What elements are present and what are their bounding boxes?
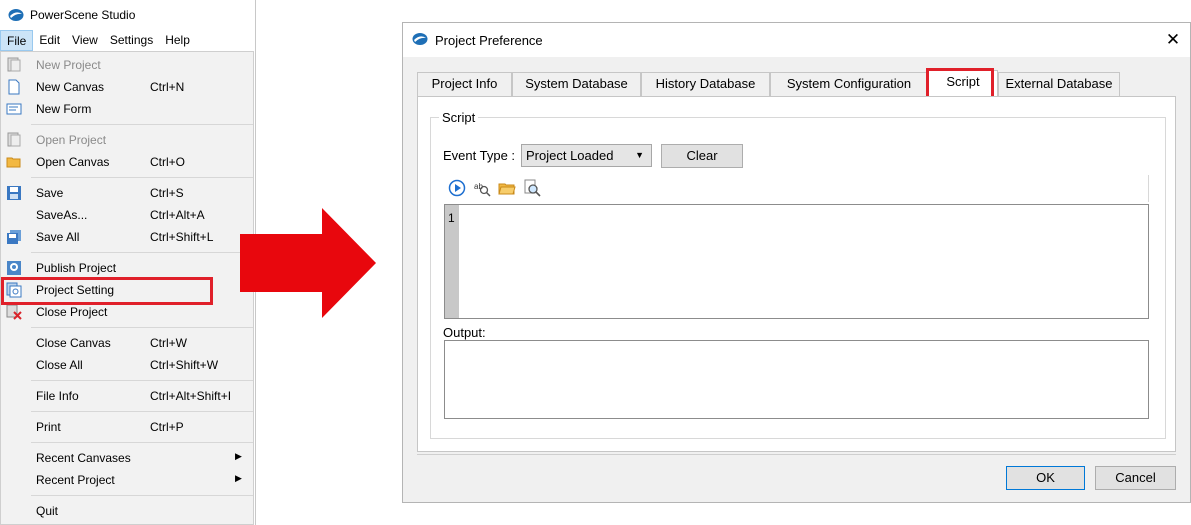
menu-item-new-canvas[interactable]: New Canvas Ctrl+N: [1, 76, 253, 98]
app-window: PowerScene Studio File Edit View Setting…: [0, 0, 256, 525]
submenu-arrow-icon: ▶: [235, 473, 242, 483]
event-type-select[interactable]: Project Loaded ▼: [521, 144, 652, 167]
menu-separator: [31, 177, 253, 178]
menu-separator: [31, 411, 253, 412]
dialog-titlebar: Project Preference ✕: [403, 23, 1190, 57]
tab-system-configuration[interactable]: System Configuration: [770, 72, 928, 96]
menu-item-publish-project[interactable]: Publish Project: [1, 257, 253, 279]
tab-history-database[interactable]: History Database: [641, 72, 770, 96]
menu-item-close-all[interactable]: Close All Ctrl+Shift+W: [1, 354, 253, 376]
script-toolbar: ab: [444, 175, 1149, 202]
red-arrow-icon: [240, 208, 376, 318]
menu-item-new-form[interactable]: New Form: [1, 98, 253, 120]
script-group-title: Script: [439, 110, 479, 125]
menu-item-file-info[interactable]: File Info Ctrl+Alt+Shift+I: [1, 385, 253, 407]
folder-icon: [6, 157, 21, 168]
line-number-gutter: 1: [445, 205, 459, 318]
menu-item-recent-canvases[interactable]: Recent Canvases ▶: [1, 447, 253, 469]
close-icon[interactable]: ✕: [1161, 29, 1185, 51]
search-icon[interactable]: [523, 179, 541, 197]
new-canvas-icon: [8, 79, 20, 95]
menu-help[interactable]: Help: [159, 30, 196, 51]
ok-button[interactable]: OK: [1006, 466, 1085, 490]
save-icon: [7, 186, 21, 200]
publish-icon: [7, 261, 21, 275]
menu-item-new-project[interactable]: New Project: [1, 54, 253, 76]
app-titlebar: PowerScene Studio: [0, 0, 256, 30]
tab-project-info[interactable]: Project Info: [417, 72, 512, 96]
event-type-label: Event Type :: [443, 148, 516, 163]
project-preference-dialog: Project Preference ✕ Project Info System…: [402, 22, 1191, 503]
clear-button[interactable]: Clear: [661, 144, 743, 168]
close-project-icon: [6, 304, 22, 320]
menu-item-open-canvas[interactable]: Open Canvas Ctrl+O: [1, 151, 253, 173]
cancel-button[interactable]: Cancel: [1095, 466, 1176, 490]
highlight-box-project-setting: [1, 277, 213, 305]
app-logo-icon: [412, 33, 428, 45]
dialog-title: Project Preference: [435, 33, 543, 48]
menu-item-recent-project[interactable]: Recent Project ▶: [1, 469, 253, 491]
run-icon[interactable]: [448, 179, 466, 197]
menu-separator: [31, 495, 253, 496]
chevron-down-icon: ▼: [635, 150, 644, 160]
app-logo-icon: [8, 9, 24, 21]
script-editor[interactable]: 1: [444, 204, 1149, 319]
menu-separator: [31, 252, 253, 253]
menu-edit[interactable]: Edit: [33, 30, 66, 51]
menu-item-print[interactable]: Print Ctrl+P: [1, 416, 253, 438]
menu-separator: [31, 442, 253, 443]
tab-external-database[interactable]: External Database: [998, 72, 1120, 96]
menu-item-open-project[interactable]: Open Project: [1, 129, 253, 151]
footer-divider: [417, 454, 1176, 455]
output-label: Output:: [443, 325, 486, 340]
script-tab-panel: Script Event Type : Project Loaded ▼ Cle…: [417, 96, 1176, 452]
new-project-icon: [7, 57, 21, 72]
new-form-icon: [6, 103, 22, 115]
menu-separator: [31, 124, 253, 125]
line-number: 1: [448, 211, 455, 225]
menu-item-save-as[interactable]: SaveAs... Ctrl+Alt+A: [1, 204, 253, 226]
menu-settings[interactable]: Settings: [104, 30, 159, 51]
menu-item-save-all[interactable]: Save All Ctrl+Shift+L: [1, 226, 253, 248]
app-title: PowerScene Studio: [30, 8, 136, 22]
find-icon[interactable]: ab: [473, 179, 491, 197]
menu-separator: [31, 327, 253, 328]
menu-view[interactable]: View: [66, 30, 104, 51]
menu-item-quit[interactable]: Quit: [1, 500, 253, 522]
menu-item-save[interactable]: Save Ctrl+S: [1, 182, 253, 204]
open-project-icon: [7, 132, 21, 147]
tab-system-database[interactable]: System Database: [512, 72, 641, 96]
output-area[interactable]: [444, 340, 1149, 419]
open-folder-icon[interactable]: [498, 179, 516, 197]
menu-item-close-canvas[interactable]: Close Canvas Ctrl+W: [1, 332, 253, 354]
menu-file[interactable]: File: [0, 30, 34, 51]
save-all-icon: [7, 230, 21, 244]
highlight-box-script-tab: [926, 68, 994, 99]
submenu-arrow-icon: ▶: [235, 451, 242, 461]
menu-separator: [31, 380, 253, 381]
menubar: File Edit View Settings Help: [0, 30, 256, 51]
event-type-value: Project Loaded: [526, 148, 614, 163]
